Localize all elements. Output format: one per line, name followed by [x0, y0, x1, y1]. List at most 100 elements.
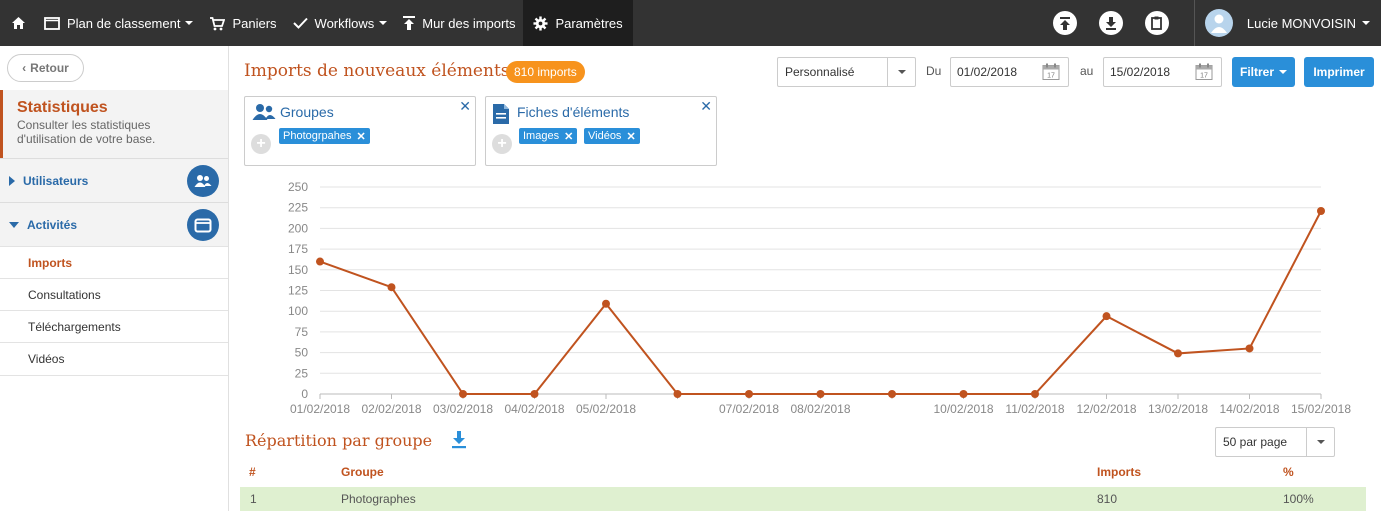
sidebar-section-activites[interactable]: Activités [0, 202, 228, 246]
section-label: Activités [27, 217, 78, 232]
nav-label: Paniers [232, 15, 277, 31]
chevron-left-icon: ‹ [22, 61, 27, 75]
filter-title: Fiches d'éléments [517, 104, 630, 120]
gear-icon [533, 15, 548, 31]
chevron-down-icon[interactable] [1362, 21, 1370, 25]
clipboard-button[interactable] [1144, 11, 1169, 35]
chevron-down-icon [1306, 428, 1334, 456]
data-point [459, 390, 467, 398]
per-page-value: 50 par page [1223, 435, 1288, 449]
user-name[interactable]: Lucie MONVOISIN [1247, 16, 1356, 31]
back-label: Retour [30, 61, 69, 75]
column-header[interactable]: # [249, 462, 256, 482]
nav-label: Paramètres [555, 15, 623, 31]
statistics-description: Consulter les statistiques d'utilisation… [17, 118, 156, 146]
nav-paniers[interactable]: Paniers [201, 0, 284, 46]
sidebar-section-utilisateurs[interactable]: Utilisateurs [0, 158, 228, 202]
data-point [1031, 390, 1039, 398]
download-icon [1105, 16, 1116, 30]
print-button[interactable]: Imprimer [1304, 57, 1374, 87]
y-tick-label: 200 [288, 221, 308, 235]
y-tick-label: 50 [295, 346, 309, 360]
filter-tag[interactable]: Vidéos ✕ [584, 128, 640, 144]
calendar-icon[interactable]: 17 [1042, 63, 1060, 84]
chevron-down-icon [1279, 70, 1287, 74]
x-tick-label: 14/02/2018 [1219, 402, 1279, 416]
table-row[interactable]: 1 Photographes 810 100% [240, 487, 1366, 511]
upload-button[interactable] [1052, 11, 1077, 35]
series-line [319, 210, 1322, 395]
sidebar: ‹ Retour Statistiques Consulter les stat… [0, 46, 229, 511]
imports-count-badge: 810 imports [506, 61, 585, 83]
remove-tag-icon[interactable]: ✕ [357, 130, 366, 143]
upload-icon [1059, 16, 1070, 30]
y-tick-label: 150 [288, 263, 308, 277]
per-page-select[interactable]: 50 par page [1215, 427, 1335, 457]
tag-label: Photogrpahes [283, 130, 352, 142]
column-header[interactable]: Groupe [341, 462, 384, 482]
x-tick-label: 02/02/2018 [361, 402, 421, 416]
data-point [1102, 312, 1111, 321]
remove-tag-icon[interactable]: ✕ [626, 130, 635, 143]
print-button-label: Imprimer [1313, 65, 1365, 79]
users-icon [252, 103, 276, 124]
download-icon[interactable] [451, 431, 467, 452]
data-point [816, 390, 825, 398]
upload-icon [403, 16, 416, 30]
period-select-value: Personnalisé [785, 65, 855, 79]
avatar[interactable] [1204, 9, 1233, 37]
x-tick-label: 12/02/2018 [1076, 402, 1136, 416]
period-select[interactable]: Personnalisé [777, 57, 916, 87]
statistics-header: Statistiques Consulter les statistiques … [0, 90, 228, 158]
column-header[interactable]: % [1283, 462, 1294, 482]
filter-button[interactable]: Filtrer [1232, 57, 1295, 87]
close-icon[interactable]: ✕ [700, 98, 712, 115]
x-tick-label: 07/02/2018 [719, 402, 779, 416]
y-tick-label: 175 [288, 242, 308, 256]
row-imports: 810 [1097, 492, 1118, 506]
filter-tag[interactable]: Photogrpahes ✕ [279, 128, 370, 144]
tag-label: Images [523, 130, 560, 142]
calendar-icon[interactable]: 17 [1195, 63, 1213, 84]
chevron-down-icon [185, 21, 194, 25]
from-date-value: 01/02/2018 [957, 65, 1018, 79]
caret-right-icon [9, 175, 15, 186]
close-icon[interactable]: ✕ [459, 98, 471, 115]
add-filter-button[interactable]: + [492, 134, 512, 154]
y-tick-label: 75 [295, 325, 309, 339]
sidebar-item-consultations[interactable]: Consultations [0, 278, 228, 310]
y-tick-label: 0 [301, 387, 308, 401]
top-navigation-bar: Plan de classement Paniers Workflows Mur… [0, 0, 1381, 46]
data-point [316, 257, 324, 266]
x-tick-label: 10/02/2018 [933, 402, 993, 416]
nav-label: Plan de classement [67, 15, 181, 31]
y-tick-label: 250 [288, 180, 308, 194]
column-header[interactable]: Imports [1097, 462, 1141, 482]
nav-plan-de-classement[interactable]: Plan de classement [36, 0, 201, 46]
nav-mur-des-imports[interactable]: Mur des imports [395, 0, 523, 46]
x-tick-label: 15/02/2018 [1291, 402, 1351, 416]
to-date-input[interactable]: 15/02/2018 17 [1103, 57, 1222, 87]
sidebar-item-telechargements[interactable]: Téléchargements [0, 310, 228, 342]
from-date-input[interactable]: 01/02/2018 17 [950, 57, 1069, 87]
x-tick-label: 03/02/2018 [433, 402, 493, 416]
svg-text:17: 17 [1200, 73, 1208, 80]
filter-tag[interactable]: Images ✕ [519, 128, 578, 144]
x-tick-label: 04/02/2018 [504, 402, 564, 416]
remove-tag-icon[interactable]: ✕ [564, 130, 573, 143]
statistics-title: Statistiques [17, 99, 108, 116]
folder-icon [44, 16, 60, 30]
data-point [530, 390, 539, 398]
back-button[interactable]: ‹ Retour [7, 54, 84, 82]
sidebar-item-imports[interactable]: Imports [0, 246, 228, 278]
nav-parametres[interactable]: Paramètres [523, 0, 633, 46]
add-filter-button[interactable]: + [251, 134, 271, 154]
tag-label: Vidéos [588, 130, 622, 142]
home-button[interactable] [0, 0, 36, 46]
filter-card-fiches: Fiches d'éléments ✕ + Images ✕ Vidéos ✕ [485, 96, 717, 166]
sidebar-item-videos[interactable]: Vidéos [0, 342, 228, 376]
nav-workflows[interactable]: Workflows [285, 0, 396, 46]
data-point [602, 299, 610, 308]
imports-line-chart: 0 25 50 75 100 125 150 175 200 225 250 01/02/2018 02… [240, 175, 1370, 425]
download-button[interactable] [1098, 11, 1123, 35]
